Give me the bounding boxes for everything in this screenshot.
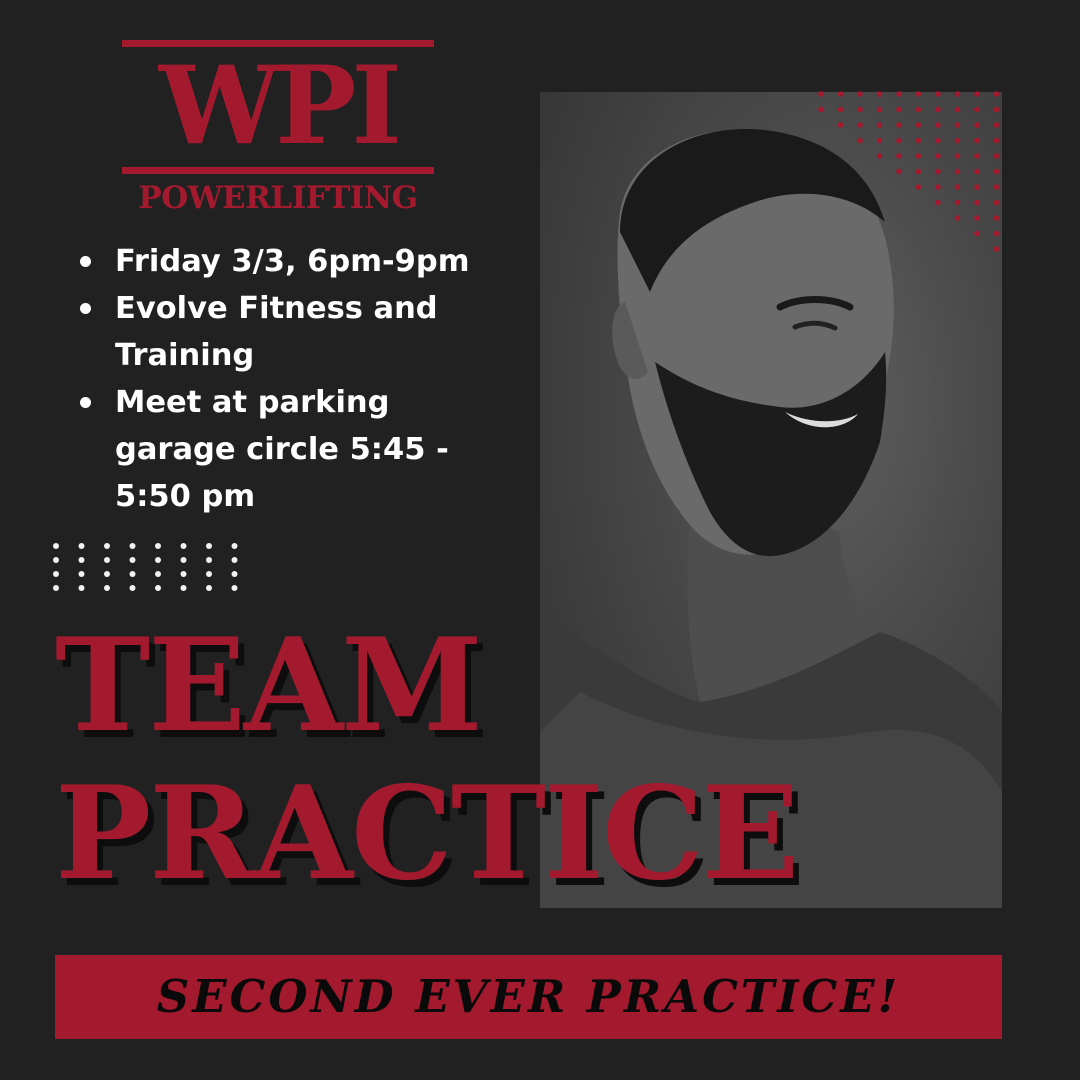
- bullet-icon: [80, 397, 91, 408]
- bullet-icon: [80, 256, 91, 267]
- detail-item-location: Evolve Fitness and Training: [78, 285, 518, 379]
- detail-meetup-text: Meet at parking garage circle 5:45 - 5:5…: [115, 385, 449, 514]
- second-practice-banner: SECOND EVER PRACTICE!: [55, 955, 1002, 1039]
- headline-line-2: PRACTICE: [55, 759, 799, 909]
- headline-line-1: TEAM: [55, 611, 483, 761]
- logo-title: WPI: [158, 43, 402, 169]
- logo-subtitle: POWERLIFTING: [138, 180, 418, 216]
- red-dot-grid-decoration: [818, 91, 1000, 252]
- detail-date-text: Friday 3/3, 6pm-9pm: [115, 244, 470, 279]
- team-practice-headline: TEAM PRACTICE: [55, 611, 799, 909]
- logo-bottom-rule: [122, 167, 434, 174]
- white-dot-grid-decoration: [53, 543, 238, 591]
- detail-item-meetup: Meet at parking garage circle 5:45 - 5:5…: [78, 379, 518, 520]
- banner-text: SECOND EVER PRACTICE!: [156, 970, 901, 1023]
- detail-item-date: Friday 3/3, 6pm-9pm: [78, 238, 518, 285]
- bullet-icon: [80, 303, 91, 314]
- detail-location-text: Evolve Fitness and Training: [115, 291, 438, 373]
- event-details-list: Friday 3/3, 6pm-9pm Evolve Fitness and T…: [78, 238, 518, 520]
- wpi-powerlifting-logo: WPI POWERLIFTING: [122, 40, 434, 216]
